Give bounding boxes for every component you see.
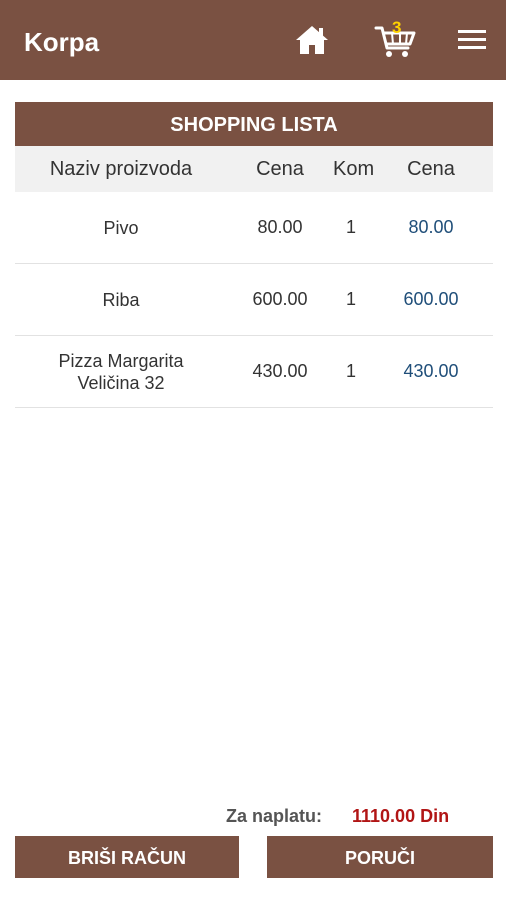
table-row[interactable]: Pizza Margarita Veličina 32 430.00 1 430… <box>15 336 493 408</box>
amount-due-value: 1110.00 Din <box>352 806 450 826</box>
item-qty: 1 <box>345 217 356 237</box>
column-header-total: Cena <box>407 157 455 180</box>
page-title: Korpa <box>24 27 100 57</box>
order-button[interactable]: PORUČI <box>267 836 493 878</box>
home-icon <box>296 26 328 54</box>
item-price: 80.00 <box>257 217 303 237</box>
item-name-cell: Riba <box>15 289 227 311</box>
table-header: Naziv proizvoda Cena Kom Cena <box>15 146 493 192</box>
item-price: 430.00 <box>252 361 308 381</box>
menu-button[interactable] <box>454 20 494 60</box>
item-name: Riba <box>102 289 140 310</box>
item-qty: 1 <box>345 289 356 309</box>
item-name: Pizza Margarita <box>58 350 184 371</box>
item-variant: Veličina 32 <box>77 372 165 393</box>
item-name-cell: Pivo <box>15 217 227 239</box>
item-name-cell: Pizza Margarita Veličina 32 <box>15 350 227 394</box>
item-qty: 1 <box>345 361 356 381</box>
item-price: 600.00 <box>252 289 308 309</box>
item-total: 600.00 <box>403 289 459 309</box>
cart-count-badge: 3 <box>392 18 402 37</box>
shopping-list: SHOPPING LISTA Naziv proizvoda Cena Kom … <box>15 102 493 408</box>
item-total: 80.00 <box>408 217 454 237</box>
clear-bill-button[interactable]: BRIŠI RAČUN <box>15 836 239 878</box>
column-header-name: Naziv proizvoda <box>49 157 193 180</box>
item-total: 430.00 <box>403 361 459 381</box>
app-bar: Korpa 3 <box>0 0 506 80</box>
amount-due-label: Za naplatu: <box>226 806 323 826</box>
table-row[interactable]: Pivo 80.00 1 80.00 <box>15 192 493 264</box>
hamburger-menu-icon <box>458 30 486 49</box>
cart-button[interactable]: 3 <box>374 18 416 60</box>
home-button[interactable] <box>292 20 332 60</box>
table-row[interactable]: Riba 600.00 1 600.00 <box>15 264 493 336</box>
shopping-list-title: SHOPPING LISTA <box>15 102 493 146</box>
column-header-price: Cena <box>256 157 304 180</box>
item-name: Pivo <box>103 217 139 238</box>
order-summary: Za naplatu: 1110.00 Din <box>0 806 506 830</box>
column-header-qty: Kom <box>333 157 375 180</box>
